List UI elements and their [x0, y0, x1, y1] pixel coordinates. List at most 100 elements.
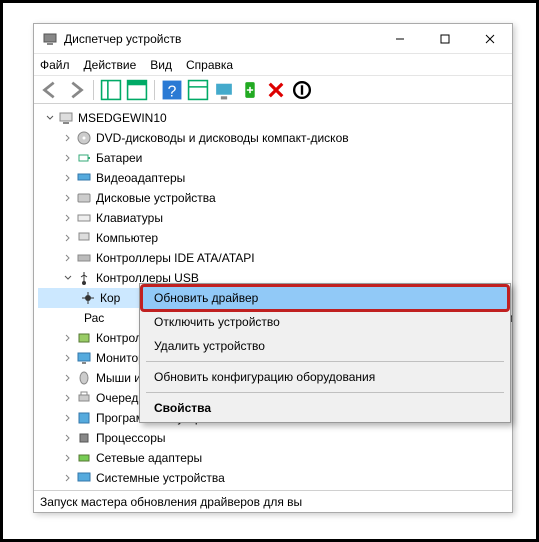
- storage-icon: [76, 330, 92, 346]
- statusbar: Запуск мастера обновления драйверов для …: [34, 490, 512, 512]
- disable-button[interactable]: [290, 79, 314, 101]
- expand-icon[interactable]: [62, 432, 74, 444]
- battery-icon: [76, 150, 92, 166]
- expand-icon[interactable]: [62, 452, 74, 464]
- tree-item[interactable]: Клавиатуры: [38, 208, 508, 228]
- tree-item-label: DVD-дисководы и дисководы компакт-дисков: [96, 131, 349, 145]
- device-manager-window: Диспетчер устройств Файл Действие Вид Сп…: [33, 23, 513, 513]
- expand-icon[interactable]: [62, 132, 74, 144]
- expand-icon[interactable]: [62, 412, 74, 424]
- ctx-uninstall[interactable]: Удалить устройство: [142, 334, 508, 358]
- expand-icon[interactable]: [62, 192, 74, 204]
- expand-icon[interactable]: [62, 472, 74, 484]
- tree-item[interactable]: Видеоадаптеры: [38, 168, 508, 188]
- usb-device-icon: [80, 290, 96, 306]
- usb-icon: [76, 270, 92, 286]
- menu-help[interactable]: Справка: [186, 58, 233, 72]
- collapse-icon[interactable]: [62, 272, 74, 284]
- ctx-properties[interactable]: Свойства: [142, 396, 508, 420]
- tree-item-label: Батареи: [96, 151, 142, 165]
- system-icon: [76, 470, 92, 486]
- ctx-separator: [146, 361, 504, 362]
- expand-icon[interactable]: [62, 232, 74, 244]
- network-icon: [76, 450, 92, 466]
- tree-item-label: Процессоры: [96, 431, 166, 445]
- tree-item[interactable]: Компьютер: [38, 228, 508, 248]
- show-hide-tree-button[interactable]: [99, 79, 123, 101]
- disk-icon: [76, 190, 92, 206]
- ctx-update-driver[interactable]: Обновить драйвер: [142, 286, 508, 310]
- svg-text:?: ?: [168, 83, 177, 100]
- menu-action[interactable]: Действие: [84, 58, 137, 72]
- tree-item-label: Сетевые адаптеры: [96, 451, 202, 465]
- monitor-icon: [76, 350, 92, 366]
- tree-item[interactable]: DVD-дисководы и дисководы компакт-дисков: [38, 128, 508, 148]
- cpu-icon: [76, 430, 92, 446]
- software-icon: [76, 410, 92, 426]
- ide-icon: [76, 250, 92, 266]
- expand-icon[interactable]: [62, 372, 74, 384]
- app-icon: [42, 31, 58, 47]
- expand-icon[interactable]: [62, 152, 74, 164]
- computer-icon: [76, 230, 92, 246]
- tree-item[interactable]: Системные устройства: [38, 468, 508, 488]
- ctx-item-label: Удалить устройство: [154, 339, 265, 353]
- ctx-item-label: Отключить устройство: [154, 315, 280, 329]
- menu-file[interactable]: Файл: [40, 58, 70, 72]
- computer-icon: [58, 110, 74, 126]
- help-button[interactable]: ?: [160, 79, 184, 101]
- tree-item-label: Компьютер: [96, 231, 158, 245]
- collapse-icon[interactable]: [44, 112, 56, 124]
- uninstall-button[interactable]: [264, 79, 288, 101]
- properties-button[interactable]: [125, 79, 149, 101]
- tree-item[interactable]: Процессоры: [38, 428, 508, 448]
- toolbar-separator: [93, 80, 94, 100]
- back-button[interactable]: [38, 79, 62, 101]
- maximize-button[interactable]: [422, 24, 467, 54]
- expand-icon[interactable]: [62, 172, 74, 184]
- tree-item-label: Системные устройства: [96, 471, 225, 485]
- tree-item-label: Видеоадаптеры: [96, 171, 185, 185]
- update-driver-button[interactable]: [238, 79, 262, 101]
- toolbar-button[interactable]: [186, 79, 210, 101]
- context-menu: Обновить драйвер Отключить устройство Уд…: [139, 283, 511, 423]
- expand-icon[interactable]: [62, 212, 74, 224]
- ctx-item-label: Обновить драйвер: [154, 291, 258, 305]
- printer-icon: [76, 390, 92, 406]
- expand-icon[interactable]: [62, 252, 74, 264]
- tree-root-label: MSEDGEWIN10: [78, 111, 167, 125]
- dvd-icon: [76, 130, 92, 146]
- tree-item-label: Контроллеры IDE ATA/ATAPI: [96, 251, 255, 265]
- forward-button[interactable]: [64, 79, 88, 101]
- tree-item[interactable]: Дисковые устройства: [38, 188, 508, 208]
- mouse-icon: [76, 370, 92, 386]
- toolbar: ?: [34, 76, 512, 104]
- scan-hardware-button[interactable]: [212, 79, 236, 101]
- tree-item-label: Дисковые устройства: [96, 191, 216, 205]
- expand-icon[interactable]: [62, 332, 74, 344]
- expand-icon[interactable]: [62, 352, 74, 364]
- ctx-separator: [146, 392, 504, 393]
- keyboard-icon: [76, 210, 92, 226]
- tree-item[interactable]: Контроллеры IDE ATA/ATAPI: [38, 248, 508, 268]
- close-button[interactable]: [467, 24, 512, 54]
- tree-item[interactable]: Батареи: [38, 148, 508, 168]
- ctx-disable[interactable]: Отключить устройство: [142, 310, 508, 334]
- menu-view[interactable]: Вид: [150, 58, 172, 72]
- window-controls: [377, 24, 512, 54]
- ctx-scan[interactable]: Обновить конфигурацию оборудования: [142, 365, 508, 389]
- display-adapter-icon: [76, 170, 92, 186]
- toolbar-separator: [154, 80, 155, 100]
- ctx-item-label: Свойства: [154, 401, 211, 415]
- tree-child-label: Рас: [84, 311, 104, 325]
- statusbar-text: Запуск мастера обновления драйверов для …: [40, 495, 302, 509]
- tree-item-label: Клавиатуры: [96, 211, 163, 225]
- expand-icon[interactable]: [62, 392, 74, 404]
- menubar: Файл Действие Вид Справка: [34, 54, 512, 76]
- ctx-item-label: Обновить конфигурацию оборудования: [154, 370, 375, 384]
- minimize-button[interactable]: [377, 24, 422, 54]
- tree-root[interactable]: MSEDGEWIN10: [38, 108, 508, 128]
- titlebar: Диспетчер устройств: [34, 24, 512, 54]
- tree-child-label: Кор: [100, 291, 120, 305]
- tree-item[interactable]: Сетевые адаптеры: [38, 448, 508, 468]
